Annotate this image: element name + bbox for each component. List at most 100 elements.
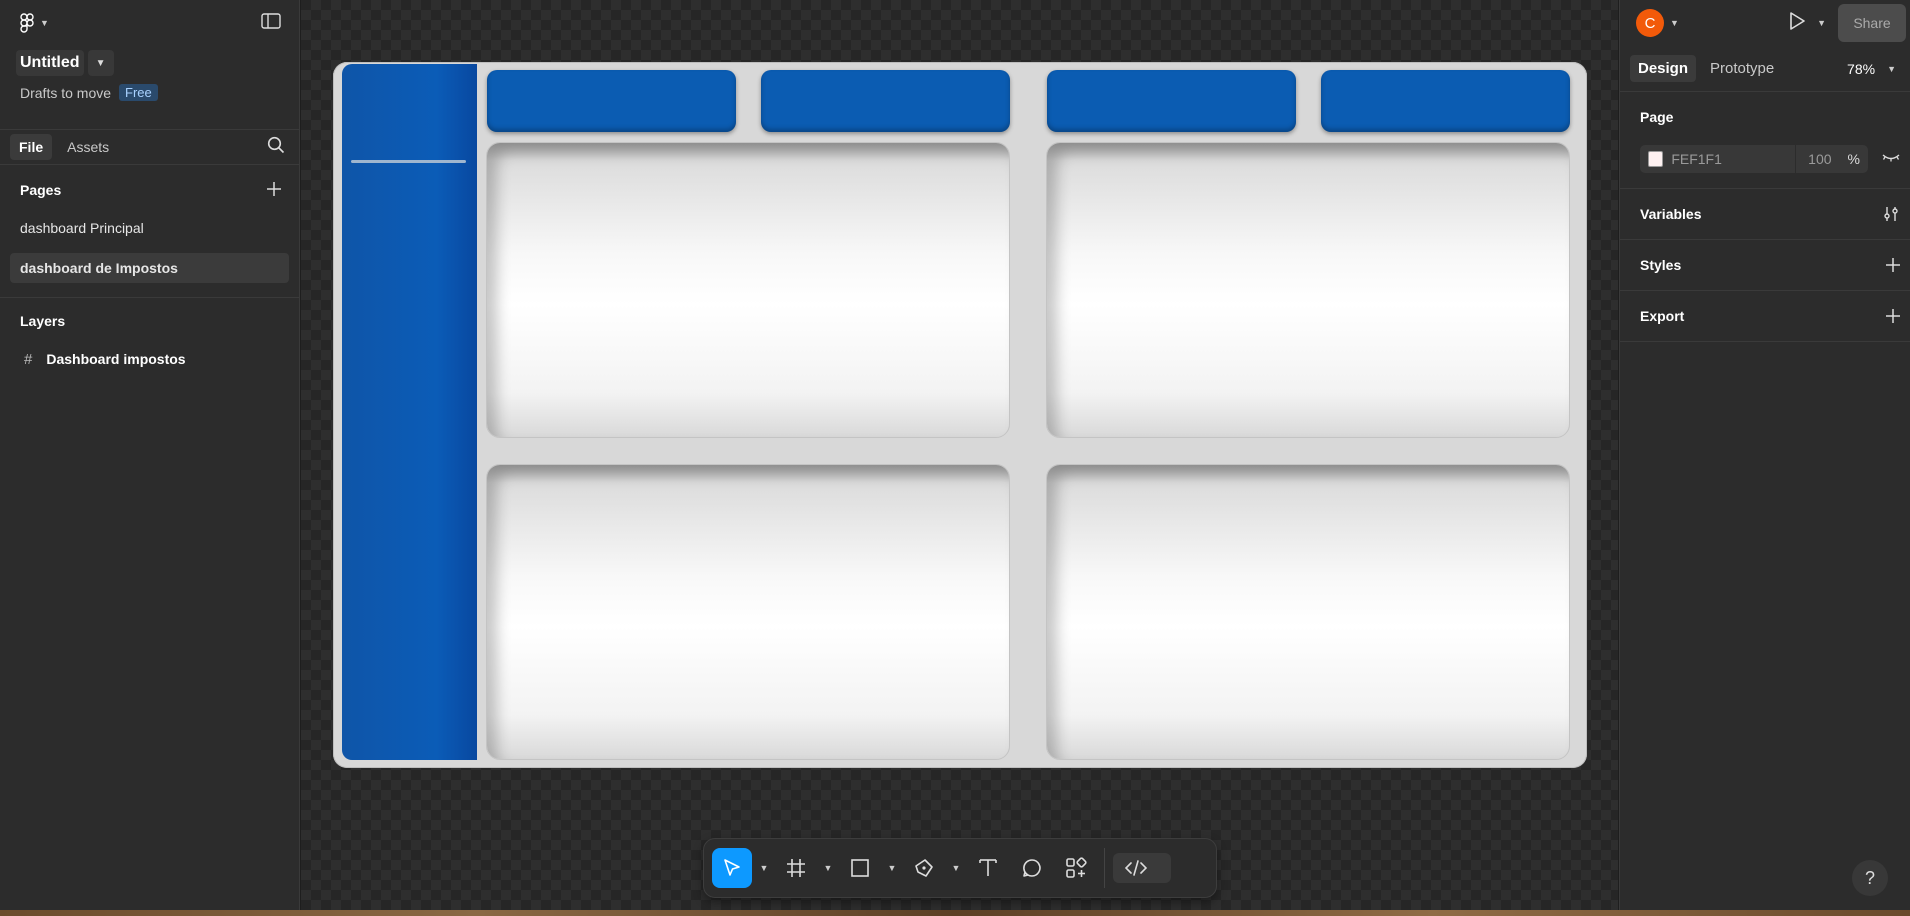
kpi-card[interactable] [761, 70, 1010, 132]
opacity-unit: % [1847, 151, 1860, 167]
zoom-control[interactable]: 78% ▼ [1847, 61, 1900, 77]
search-icon [267, 136, 285, 153]
user-avatar[interactable]: C [1636, 9, 1664, 37]
move-icon [724, 859, 740, 876]
add-page-button[interactable] [267, 181, 281, 199]
page-fill-row: FEF1F1 100 % [1620, 134, 1910, 184]
sidebar-divider-line[interactable] [351, 160, 466, 163]
frame-hash-icon: # [24, 350, 33, 368]
rectangle-icon [851, 859, 869, 877]
pages-heading: Pages [20, 182, 62, 198]
search-button[interactable] [267, 136, 285, 159]
layers-header: Layers [0, 300, 299, 342]
play-icon [1790, 11, 1805, 30]
page-item-dashboard-de-impostos[interactable]: dashboard de Impostos [10, 253, 289, 283]
add-style-plus-icon[interactable] [1886, 258, 1900, 272]
page-item-dashboard-principal[interactable]: dashboard Principal [10, 213, 289, 243]
content-card[interactable] [1046, 464, 1570, 760]
left-panel-tabs: File Assets [0, 129, 299, 165]
dev-mode-icon [1125, 860, 1147, 876]
sidebar-toggle-icon [261, 12, 281, 29]
kpi-card[interactable] [1321, 70, 1570, 132]
figma-app: ▼ Untitled ▼ Drafts to move Free File As… [0, 0, 1910, 916]
content-card[interactable] [486, 464, 1010, 760]
layers-heading: Layers [20, 313, 66, 329]
zoom-value: 78% [1847, 60, 1876, 77]
actions-tool-button[interactable] [1056, 848, 1096, 888]
kpi-card[interactable] [487, 70, 736, 132]
file-title-row: Untitled ▼ [0, 50, 299, 76]
pen-icon [915, 859, 933, 877]
properties-tabs: Design Prototype 78% ▼ [1620, 46, 1910, 92]
plus-icon [267, 181, 281, 196]
main-menu-button[interactable]: ▼ [20, 13, 49, 33]
sidebar-toggle-button[interactable] [261, 12, 281, 34]
pen-tool-chevron-icon[interactable]: ▼ [948, 848, 964, 888]
page-section: Page FEF1F1 100 % [1620, 92, 1910, 189]
file-menu-chevron-icon[interactable]: ▼ [87, 50, 114, 76]
figma-logo-icon [20, 13, 34, 33]
file-location-row: Drafts to move Free [0, 76, 299, 101]
left-panel: ▼ Untitled ▼ Drafts to move Free File As… [0, 0, 300, 916]
drafts-label[interactable]: Drafts to move [20, 85, 111, 101]
pages-header: Pages [0, 169, 299, 211]
present-chevron-icon[interactable]: ▼ [1817, 18, 1826, 28]
export-header[interactable]: Export [1620, 291, 1910, 341]
actions-icon [1066, 857, 1087, 878]
frame-tool-chevron-icon[interactable]: ▼ [820, 848, 836, 888]
rectangle-tool-button[interactable] [840, 848, 880, 888]
plan-badge: Free [119, 84, 158, 101]
comment-tool-button[interactable] [1012, 848, 1052, 888]
styles-heading: Styles [1640, 257, 1682, 273]
move-tool-button[interactable] [712, 848, 752, 888]
divider [0, 297, 299, 298]
export-heading: Export [1640, 308, 1685, 324]
help-button[interactable]: ? [1852, 860, 1888, 896]
canvas[interactable] [301, 0, 1618, 916]
fill-hex-value[interactable]: FEF1F1 [1671, 151, 1795, 167]
tab-file[interactable]: File [10, 134, 53, 160]
page-fill-field[interactable]: FEF1F1 100 % [1640, 145, 1868, 173]
variables-settings-icon[interactable] [1882, 206, 1900, 222]
fill-opacity-value[interactable]: 100 [1794, 145, 1840, 173]
frame-tool-button[interactable] [776, 848, 816, 888]
page-heading: Page [1640, 109, 1674, 125]
content-card[interactable] [1046, 142, 1570, 438]
toolbar-divider [1104, 848, 1105, 888]
tab-assets[interactable]: Assets [58, 134, 118, 160]
text-tool-button[interactable] [968, 848, 1008, 888]
variables-section: Variables [1620, 189, 1910, 240]
zoom-chevron-icon: ▼ [1887, 63, 1896, 74]
file-title[interactable]: Untitled [16, 50, 84, 76]
comment-icon [1023, 859, 1041, 877]
visibility-toggle[interactable] [1882, 150, 1900, 168]
frame-sidebar[interactable] [342, 64, 477, 760]
variables-header[interactable]: Variables [1620, 189, 1910, 239]
add-export-plus-icon[interactable] [1886, 309, 1900, 323]
move-tool-chevron-icon[interactable]: ▼ [756, 848, 772, 888]
variables-heading: Variables [1640, 206, 1702, 222]
layer-label: Dashboard impostos [46, 351, 186, 367]
tab-design[interactable]: Design [1630, 55, 1697, 82]
avatar-chevron-icon[interactable]: ▼ [1670, 18, 1679, 28]
layer-item-dashboard-impostos[interactable]: # Dashboard impostos [0, 344, 299, 374]
rectangle-tool-chevron-icon[interactable]: ▼ [884, 848, 900, 888]
left-panel-top-bar: ▼ [0, 0, 299, 46]
styles-header[interactable]: Styles [1620, 240, 1910, 290]
export-section: Export [1620, 291, 1910, 342]
tab-prototype[interactable]: Prototype [1702, 55, 1782, 82]
kpi-card[interactable] [1047, 70, 1296, 132]
right-panel-top-bar: C ▼ ▼ Share [1620, 0, 1910, 46]
styles-section: Styles [1620, 240, 1910, 291]
share-button[interactable]: Share [1838, 4, 1906, 42]
dashboard-frame[interactable] [333, 62, 1587, 768]
chevron-down-icon: ▼ [40, 18, 49, 28]
present-controls: ▼ [1789, 11, 1826, 35]
content-card[interactable] [486, 142, 1010, 438]
fill-color-swatch[interactable] [1648, 151, 1664, 167]
desktop-wallpaper-strip [0, 910, 1910, 916]
present-button[interactable] [1789, 11, 1805, 35]
dev-mode-toggle[interactable] [1113, 853, 1171, 883]
pen-tool-button[interactable] [904, 848, 944, 888]
right-panel: C ▼ ▼ Share Design Prototype 78% ▼ Page [1619, 0, 1910, 916]
